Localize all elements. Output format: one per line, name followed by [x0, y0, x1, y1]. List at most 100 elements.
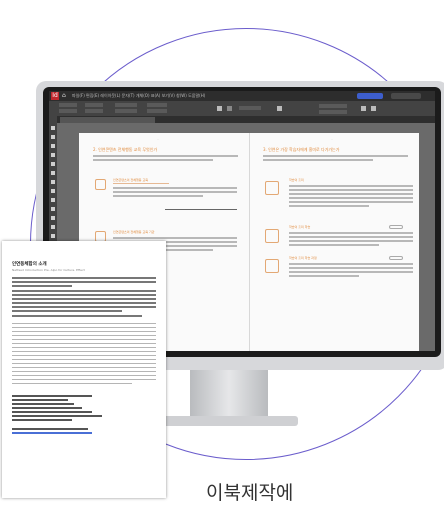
rectangle-tool-icon[interactable]	[51, 207, 55, 211]
document-link[interactable]	[12, 432, 92, 434]
selection-tool-icon[interactable]	[51, 126, 55, 130]
text-line	[289, 193, 413, 195]
monitor-base	[160, 416, 298, 426]
left-subheading-2: 인연콘텐츠의 전체행동 교육 기관	[113, 230, 155, 234]
menu-bar: Id ⌂ 파일(F) 편집(E) 레이아웃(L) 문자(T) 개체(O) 표(A…	[49, 91, 435, 101]
text-line	[113, 237, 237, 239]
label-tag	[389, 256, 403, 260]
text-line	[93, 159, 213, 161]
text-line	[12, 403, 74, 405]
document-tab-bar	[57, 116, 435, 123]
text-line	[289, 240, 413, 242]
text-line	[12, 359, 156, 361]
page-tool-icon[interactable]	[51, 144, 55, 148]
spine	[249, 133, 250, 351]
text-line	[289, 244, 379, 246]
text-line	[263, 155, 408, 157]
left-running-head: ··	[157, 138, 159, 141]
frame-fitting-icon[interactable]	[371, 106, 376, 111]
home-icon[interactable]: ⌂	[62, 92, 69, 99]
text-line	[113, 187, 237, 189]
gradient-tool-icon[interactable]	[51, 234, 55, 238]
h-field[interactable]	[85, 109, 103, 113]
text-line	[289, 236, 413, 238]
monitor-stand	[190, 370, 268, 418]
pencil-tool-icon[interactable]	[51, 189, 55, 193]
label-tag	[389, 225, 403, 229]
text-line	[12, 339, 156, 341]
book-icon	[95, 179, 106, 190]
text-line	[12, 277, 156, 279]
text-line	[12, 375, 156, 377]
text-line	[12, 363, 156, 365]
pen-tool-icon[interactable]	[51, 180, 55, 184]
scale-y-field[interactable]	[115, 109, 137, 113]
left-subheading-1: 인연콘텐츠의 전체행동 교육	[113, 178, 149, 182]
text-line	[263, 159, 373, 161]
right-running-head: ··	[331, 138, 333, 141]
left-heading: 2. 인연콘텐츠 전체행동 교육 무엇인가	[93, 147, 158, 152]
workspace-button[interactable]	[357, 93, 383, 99]
text-line	[12, 327, 156, 329]
type-tool-icon[interactable]	[51, 162, 55, 166]
text-line	[113, 191, 237, 193]
text-line	[12, 395, 92, 397]
text-line	[12, 379, 156, 381]
text-line	[12, 419, 72, 421]
text-line	[289, 275, 359, 277]
rule	[165, 209, 237, 210]
text-line	[113, 195, 203, 197]
document-subtitle: Netfeed Introduction Pre. Alpo for Cultu…	[12, 268, 85, 272]
text-line	[12, 371, 156, 373]
document-icon	[265, 259, 279, 273]
text-line	[12, 351, 156, 353]
wrap-icon[interactable]	[361, 106, 366, 111]
text-line	[12, 335, 156, 337]
text-line	[12, 343, 156, 345]
align-icon[interactable]	[277, 106, 282, 111]
text-line	[12, 281, 156, 283]
stroke-swatch-icon[interactable]	[227, 106, 232, 111]
text-line	[289, 232, 413, 234]
text-line	[289, 185, 413, 187]
text-line	[289, 197, 413, 199]
scale-x-field[interactable]	[115, 103, 137, 107]
rotate-field[interactable]	[147, 103, 167, 107]
text-line	[12, 399, 68, 401]
shear-field[interactable]	[147, 109, 167, 113]
text-line	[12, 331, 156, 333]
line-tool-icon[interactable]	[51, 171, 55, 175]
text-line	[12, 306, 156, 308]
text-line	[12, 290, 156, 292]
text-line	[289, 271, 413, 273]
text-line	[289, 205, 369, 207]
scissors-tool-icon[interactable]	[51, 216, 55, 220]
text-line	[12, 355, 156, 357]
right-subheading-3: 학습의 흥미 학습 과정	[289, 256, 317, 260]
w-field[interactable]	[85, 103, 103, 107]
opacity-field[interactable]	[319, 110, 347, 114]
document-title: 인연동체합의 소개	[12, 262, 47, 267]
text-line	[12, 310, 122, 312]
monitor-icon	[265, 229, 279, 243]
source-document: 인연동체합의 소개 Netfeed Introduction Pre. Alpo…	[2, 241, 166, 498]
gap-tool-icon[interactable]	[51, 153, 55, 157]
transform-tool-icon[interactable]	[51, 225, 55, 229]
fill-swatch-icon[interactable]	[217, 106, 222, 111]
workspace-switcher[interactable]	[391, 93, 421, 99]
app-logo[interactable]: Id	[51, 92, 59, 100]
control-panel	[49, 101, 435, 117]
stroke-weight-field[interactable]	[239, 106, 261, 110]
menu-items[interactable]: 파일(F) 편집(E) 레이아웃(L) 문자(T) 개체(O) 표(A) 보기(…	[72, 92, 205, 100]
direct-selection-tool-icon[interactable]	[51, 135, 55, 139]
y-field[interactable]	[59, 109, 77, 113]
x-field[interactable]	[59, 103, 77, 107]
text-line	[12, 383, 132, 385]
text-line	[12, 415, 102, 417]
text-line	[12, 428, 88, 430]
text-line	[12, 411, 92, 413]
right-subheading-1: 학습의 흥미	[289, 178, 304, 182]
frame-tool-icon[interactable]	[51, 198, 55, 202]
text-line	[12, 407, 82, 409]
effects-field[interactable]	[319, 104, 347, 108]
